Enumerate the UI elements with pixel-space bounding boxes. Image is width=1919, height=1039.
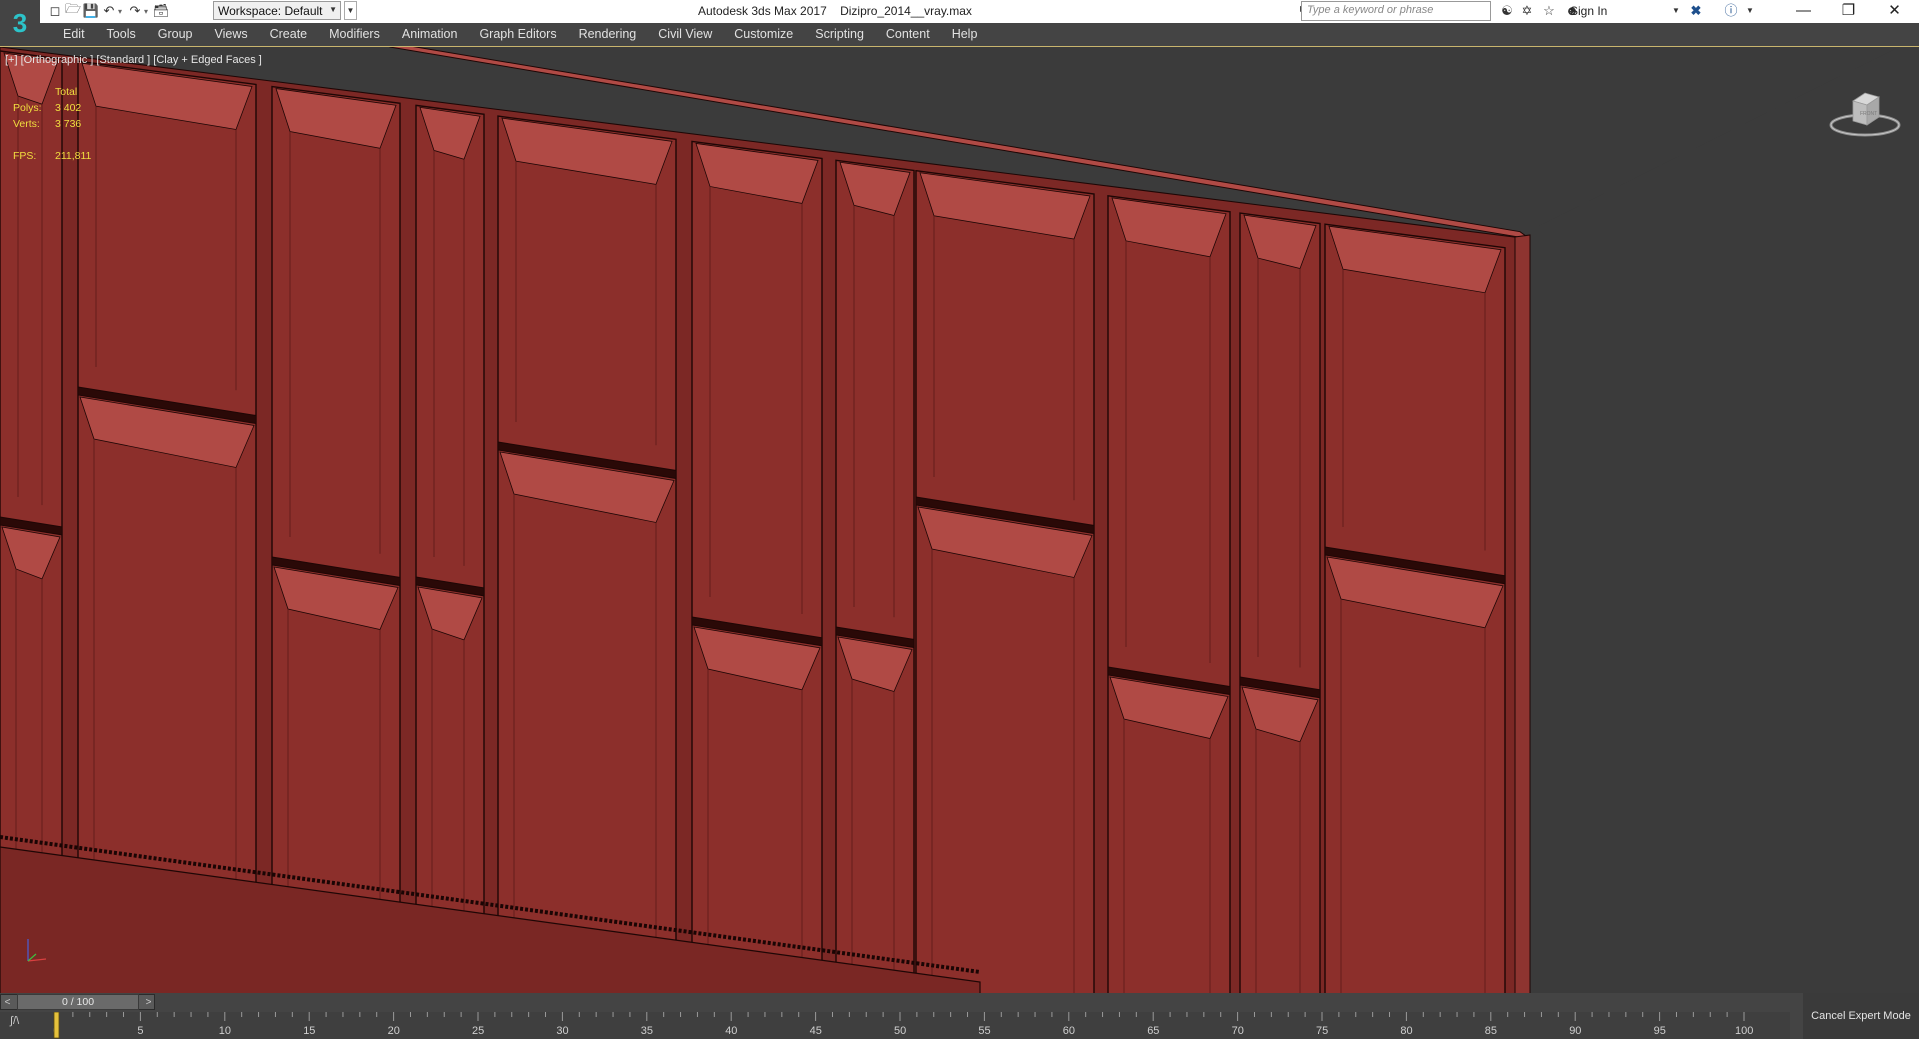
menu-civil-view[interactable]: Civil View xyxy=(647,23,723,45)
new-file-icon[interactable]: ◻ xyxy=(46,2,64,20)
verts-value: 3 736 xyxy=(55,118,82,130)
frame-tick-label: 80 xyxy=(1400,1025,1412,1037)
3d-scene-canvas[interactable] xyxy=(0,47,1919,994)
menu-graph-editors[interactable]: Graph Editors xyxy=(468,23,567,45)
frame-tick-label: 60 xyxy=(1063,1025,1075,1037)
communication-center-icon[interactable]: ✡ xyxy=(1517,2,1537,20)
frame-tick-label: 100 xyxy=(1735,1025,1753,1037)
frame-tick-label: 20 xyxy=(388,1025,400,1037)
frame-tick-label: 5 xyxy=(137,1025,143,1037)
frame-tick-label: 40 xyxy=(725,1025,737,1037)
menu-customize[interactable]: Customize xyxy=(723,23,804,45)
undo-icon[interactable]: ↶ xyxy=(100,2,118,20)
workspace-label: Workspace: Default xyxy=(218,4,323,18)
column-6 xyxy=(835,159,915,994)
orthographic-viewport[interactable]: [+] [Orthographic ] [Standard ] [Clay + … xyxy=(0,46,1919,994)
frame-tick-label: 70 xyxy=(1232,1025,1244,1037)
frame-tick-label: 25 xyxy=(472,1025,484,1037)
frame-tick-label: 35 xyxy=(641,1025,653,1037)
viewcube-face-label: FRONT xyxy=(1860,111,1877,117)
menu-edit[interactable]: Edit xyxy=(52,23,96,45)
viewport-background-right xyxy=(1532,47,1919,994)
menu-rendering[interactable]: Rendering xyxy=(568,23,648,45)
track-bar[interactable]: 0510152025303540455055606570758085909510… xyxy=(0,1012,1790,1039)
frame-tick-label: 90 xyxy=(1569,1025,1581,1037)
fps-label: FPS: xyxy=(13,150,37,162)
viewport-label-menu[interactable]: [+] [Orthographic ] [Standard ] [Clay + … xyxy=(5,54,262,66)
column-4 xyxy=(497,115,677,994)
menu-scripting[interactable]: Scripting xyxy=(804,23,875,45)
cancel-expert-mode-button[interactable]: Cancel Expert Mode xyxy=(1803,993,1919,1039)
menu-content[interactable]: Content xyxy=(875,23,941,45)
app-window: 3 ◻ 🗁 💾 ↶ ▾ ↷ ▾ 🗃 Workspace: Default ▼ ▼… xyxy=(0,0,1919,1039)
time-slider[interactable]: < 0 / 100 > xyxy=(0,994,155,1010)
save-icon[interactable]: 💾 xyxy=(82,2,100,20)
frame-tick-label: 30 xyxy=(556,1025,568,1037)
viewcube-icon[interactable]: FRONT xyxy=(1825,83,1905,143)
redo-icon[interactable]: ↷ xyxy=(126,2,144,20)
menu-animation[interactable]: Animation xyxy=(391,23,469,45)
frame-tick-label: 65 xyxy=(1147,1025,1159,1037)
curve-editor-toggle-icon[interactable]: ∫/\ xyxy=(10,1015,19,1027)
search-input[interactable]: Type a keyword or phrase xyxy=(1301,1,1491,21)
column-5 xyxy=(691,140,823,994)
next-frame-icon[interactable]: > xyxy=(141,995,156,1010)
frame-tick-label: 15 xyxy=(303,1025,315,1037)
minimize-button[interactable]: — xyxy=(1781,0,1826,23)
stats-header: Total xyxy=(55,86,78,98)
project-folder-icon[interactable]: 🗃 xyxy=(152,2,170,20)
menu-bar: Edit Tools Group Views Create Modifiers … xyxy=(0,23,1919,45)
restore-button[interactable]: ❐ xyxy=(1826,0,1871,23)
timeline-area: < 0 / 100 > 0510152025303540455055606570… xyxy=(0,993,1919,1039)
window-title: Autodesk 3ds Max 2017 Dizipro_2014__vray… xyxy=(698,4,972,18)
column-3 xyxy=(415,104,485,994)
exchange-x-icon[interactable]: ✖ xyxy=(1686,2,1706,20)
quick-access-toolbar: ◻ 🗁 💾 ↶ ▾ ↷ ▾ 🗃 xyxy=(46,1,170,20)
open-file-icon[interactable]: 🗁 xyxy=(64,1,82,20)
help-question-icon[interactable]: ⓘ xyxy=(1721,2,1741,20)
app-logo-icon[interactable]: 3 xyxy=(0,0,40,46)
workspace-menu-icon[interactable]: ▼ xyxy=(344,1,357,20)
favorites-star-icon[interactable]: ☆ xyxy=(1539,2,1559,20)
menu-create[interactable]: Create xyxy=(259,23,319,45)
redo-dropdown-icon[interactable]: ▾ xyxy=(144,2,152,20)
chevron-down-icon: ▼ xyxy=(329,5,337,14)
workspace-dropdown[interactable]: Workspace: Default ▼ xyxy=(213,1,341,20)
help-dropdown-icon[interactable]: ▼ xyxy=(1740,2,1760,20)
current-frame-marker xyxy=(53,1012,60,1039)
menu-group[interactable]: Group xyxy=(147,23,204,45)
frame-tick-label: 85 xyxy=(1485,1025,1497,1037)
menu-modifiers[interactable]: Modifiers xyxy=(318,23,391,45)
frame-tick-label: 50 xyxy=(894,1025,906,1037)
title-bar: 3 ◻ 🗁 💾 ↶ ▾ ↷ ▾ 🗃 Workspace: Default ▼ ▼… xyxy=(0,0,1919,46)
column-2 xyxy=(271,85,401,994)
column-1 xyxy=(77,60,257,994)
frame-tick-label: 95 xyxy=(1654,1025,1666,1037)
binoculars-icon[interactable]: ☯ xyxy=(1497,2,1517,20)
frame-tick-label: 45 xyxy=(810,1025,822,1037)
sign-in-dropdown-icon[interactable]: ▼ xyxy=(1672,6,1680,15)
column-9 xyxy=(1239,212,1321,994)
axis-tripod-icon xyxy=(27,939,47,962)
time-slider-thumb[interactable]: 0 / 100 xyxy=(17,994,139,1010)
frame-tick-label: 55 xyxy=(978,1025,990,1037)
close-button[interactable]: ✕ xyxy=(1872,0,1917,23)
polys-label: Polys: xyxy=(13,102,42,114)
frame-ruler[interactable]: 0510152025303540455055606570758085909510… xyxy=(0,1012,1790,1039)
polys-value: 3 402 xyxy=(55,102,82,114)
frame-tick-label: 10 xyxy=(219,1025,231,1037)
verts-label: Verts: xyxy=(13,118,40,130)
menu-tools[interactable]: Tools xyxy=(96,23,147,45)
previous-frame-icon[interactable]: < xyxy=(0,995,15,1010)
column-7 xyxy=(915,169,1095,994)
fps-value: 211,811 xyxy=(55,150,92,162)
wall-side xyxy=(1514,234,1531,994)
menu-views[interactable]: Views xyxy=(203,23,258,45)
undo-dropdown-icon[interactable]: ▾ xyxy=(118,2,126,20)
frame-tick-label: 75 xyxy=(1316,1025,1328,1037)
sign-in-button[interactable]: Sign In xyxy=(1570,4,1607,18)
menu-help[interactable]: Help xyxy=(941,23,989,45)
